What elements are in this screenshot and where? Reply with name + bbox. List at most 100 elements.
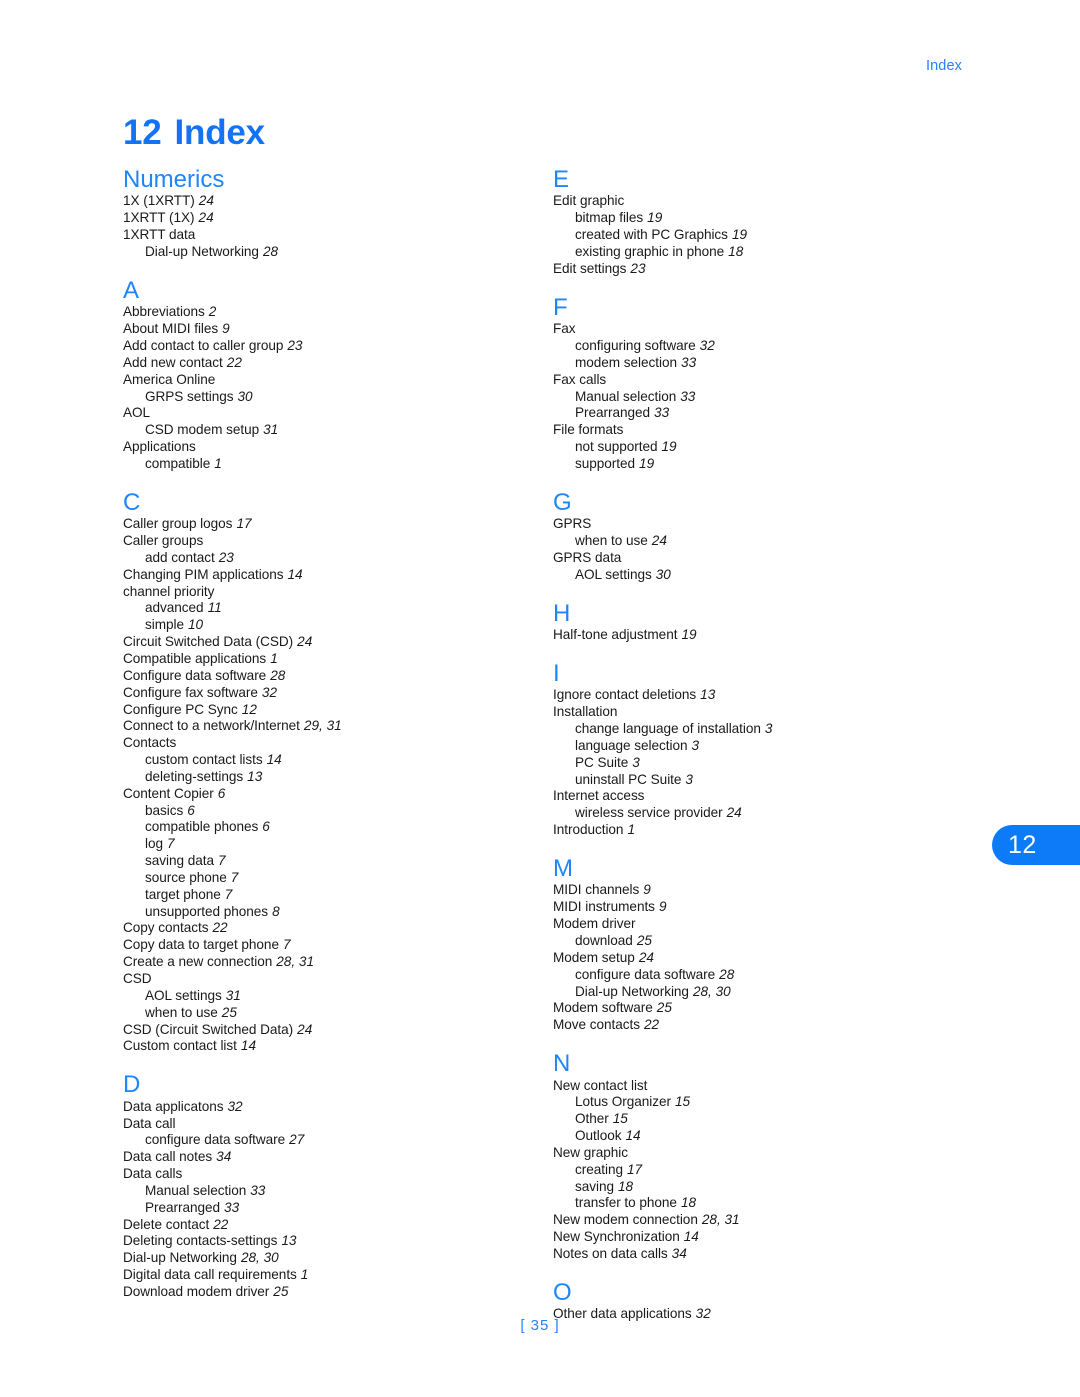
index-entry-pages[interactable]: 29, 31 (304, 718, 342, 733)
index-entry[interactable]: Modem software 25 (553, 1000, 953, 1017)
index-subentry[interactable]: when to use 25 (123, 1005, 523, 1022)
index-entry-pages[interactable]: 28, 30 (241, 1250, 279, 1265)
index-entry[interactable]: GPRS data (553, 550, 953, 567)
index-entry[interactable]: Download modem driver 25 (123, 1284, 523, 1301)
index-subentry[interactable]: unsupported phones 8 (123, 904, 523, 921)
index-entry-pages[interactable]: 25 (273, 1284, 288, 1299)
index-entry-pages[interactable]: 24 (297, 1022, 312, 1037)
index-entry-pages[interactable]: 31 (226, 988, 241, 1003)
index-entry-pages[interactable]: 31 (263, 422, 278, 437)
index-entry[interactable]: Dial-up Networking 28, 30 (123, 1250, 523, 1267)
index-entry-pages[interactable]: 30 (656, 567, 671, 582)
index-entry-pages[interactable]: 30 (238, 389, 253, 404)
index-entry[interactable]: Move contacts 22 (553, 1017, 953, 1034)
index-entry[interactable]: Caller group logos 17 (123, 516, 523, 533)
index-entry[interactable]: Add contact to caller group 23 (123, 338, 523, 355)
index-entry[interactable]: channel priority (123, 584, 523, 601)
index-entry-pages[interactable]: 9 (222, 321, 230, 336)
index-entry-pages[interactable]: 14 (267, 752, 282, 767)
index-entry[interactable]: MIDI instruments 9 (553, 899, 953, 916)
index-subentry[interactable]: change language of installation 3 (553, 721, 953, 738)
index-entry[interactable]: Ignore contact deletions 13 (553, 687, 953, 704)
index-entry[interactable]: Data applicatons 32 (123, 1099, 523, 1116)
index-entry-pages[interactable]: 3 (685, 772, 693, 787)
index-subentry[interactable]: wireless service provider 24 (553, 805, 953, 822)
index-entry-pages[interactable]: 34 (216, 1149, 231, 1164)
index-entry-pages[interactable]: 24 (639, 950, 654, 965)
index-subentry[interactable]: configuring software 32 (553, 338, 953, 355)
index-entry-pages[interactable]: 7 (167, 836, 175, 851)
index-entry[interactable]: Edit graphic (553, 193, 953, 210)
index-entry[interactable]: America Online (123, 372, 523, 389)
index-entry[interactable]: Data call notes 34 (123, 1149, 523, 1166)
index-entry[interactable]: Data call (123, 1116, 523, 1133)
index-entry-pages[interactable]: 33 (654, 405, 669, 420)
index-subentry[interactable]: configure data software 27 (123, 1132, 523, 1149)
index-entry[interactable]: 1X (1XRTT) 24 (123, 193, 523, 210)
index-entry[interactable]: Installation (553, 704, 953, 721)
index-entry[interactable]: Circuit Switched Data (CSD) 24 (123, 634, 523, 651)
index-entry[interactable]: Internet access (553, 788, 953, 805)
index-entry[interactable]: 1XRTT data (123, 227, 523, 244)
index-entry-pages[interactable]: 28 (719, 967, 734, 982)
index-entry[interactable]: AOL (123, 405, 523, 422)
index-subentry[interactable]: transfer to phone 18 (553, 1195, 953, 1212)
index-entry-pages[interactable]: 19 (662, 439, 677, 454)
index-subentry[interactable]: created with PC Graphics 19 (553, 227, 953, 244)
index-entry-pages[interactable]: 13 (281, 1233, 296, 1248)
index-entry-pages[interactable]: 27 (289, 1132, 304, 1147)
index-subentry[interactable]: custom contact lists 14 (123, 752, 523, 769)
index-entry[interactable]: Configure fax software 32 (123, 685, 523, 702)
index-entry[interactable]: Fax calls (553, 372, 953, 389)
index-entry-pages[interactable]: 9 (659, 899, 667, 914)
index-entry-pages[interactable]: 14 (241, 1038, 256, 1053)
index-entry-pages[interactable]: 33 (224, 1200, 239, 1215)
index-subentry[interactable]: simple 10 (123, 617, 523, 634)
index-entry-pages[interactable]: 1 (214, 456, 222, 471)
index-entry[interactable]: Data calls (123, 1166, 523, 1183)
index-subentry[interactable]: Prearranged 33 (553, 405, 953, 422)
index-subentry[interactable]: GRPS settings 30 (123, 389, 523, 406)
index-entry-pages[interactable]: 24 (297, 634, 312, 649)
index-subentry[interactable]: CSD modem setup 31 (123, 422, 523, 439)
index-entry[interactable]: New modem connection 28, 31 (553, 1212, 953, 1229)
index-entry[interactable]: Copy contacts 22 (123, 920, 523, 937)
index-entry-pages[interactable]: 6 (187, 803, 195, 818)
index-entry-pages[interactable]: 3 (691, 738, 699, 753)
index-entry-pages[interactable]: 28, 30 (693, 984, 731, 999)
index-entry-pages[interactable]: 7 (231, 870, 239, 885)
index-entry[interactable]: Custom contact list 14 (123, 1038, 523, 1055)
index-entry-pages[interactable]: 10 (188, 617, 203, 632)
index-subentry[interactable]: configure data software 28 (553, 967, 953, 984)
index-entry[interactable]: 1XRTT (1X) 24 (123, 210, 523, 227)
index-entry-pages[interactable]: 11 (208, 600, 222, 615)
index-subentry[interactable]: language selection 3 (553, 738, 953, 755)
index-subentry[interactable]: download 25 (553, 933, 953, 950)
index-entry[interactable]: Content Copier 6 (123, 786, 523, 803)
index-subentry[interactable]: Prearranged 33 (123, 1200, 523, 1217)
index-subentry[interactable]: existing graphic in phone 18 (553, 244, 953, 261)
index-entry-pages[interactable]: 18 (681, 1195, 696, 1210)
index-subentry[interactable]: saving data 7 (123, 853, 523, 870)
index-entry-pages[interactable]: 22 (213, 920, 228, 935)
index-entry-pages[interactable]: 14 (287, 567, 302, 582)
index-entry-pages[interactable]: 22 (227, 355, 242, 370)
index-subentry[interactable]: Dial-up Networking 28, 30 (553, 984, 953, 1001)
index-entry-pages[interactable]: 15 (613, 1111, 628, 1126)
index-subentry[interactable]: modem selection 33 (553, 355, 953, 372)
index-subentry[interactable]: Manual selection 33 (123, 1183, 523, 1200)
index-subentry[interactable]: not supported 19 (553, 439, 953, 456)
index-entry-pages[interactable]: 25 (222, 1005, 237, 1020)
index-entry[interactable]: Edit settings 23 (553, 261, 953, 278)
index-entry-pages[interactable]: 28 (270, 668, 285, 683)
index-entry-pages[interactable]: 24 (652, 533, 667, 548)
index-entry[interactable]: Deleting contacts-settings 13 (123, 1233, 523, 1250)
index-entry-pages[interactable]: 14 (684, 1229, 699, 1244)
index-entry-pages[interactable]: 13 (700, 687, 715, 702)
index-entry[interactable]: Connect to a network/Internet 29, 31 (123, 718, 523, 735)
index-entry-pages[interactable]: 17 (627, 1162, 642, 1177)
index-entry-pages[interactable]: 25 (657, 1000, 672, 1015)
index-subentry[interactable]: basics 6 (123, 803, 523, 820)
index-entry-pages[interactable]: 25 (637, 933, 652, 948)
index-entry[interactable]: New graphic (553, 1145, 953, 1162)
